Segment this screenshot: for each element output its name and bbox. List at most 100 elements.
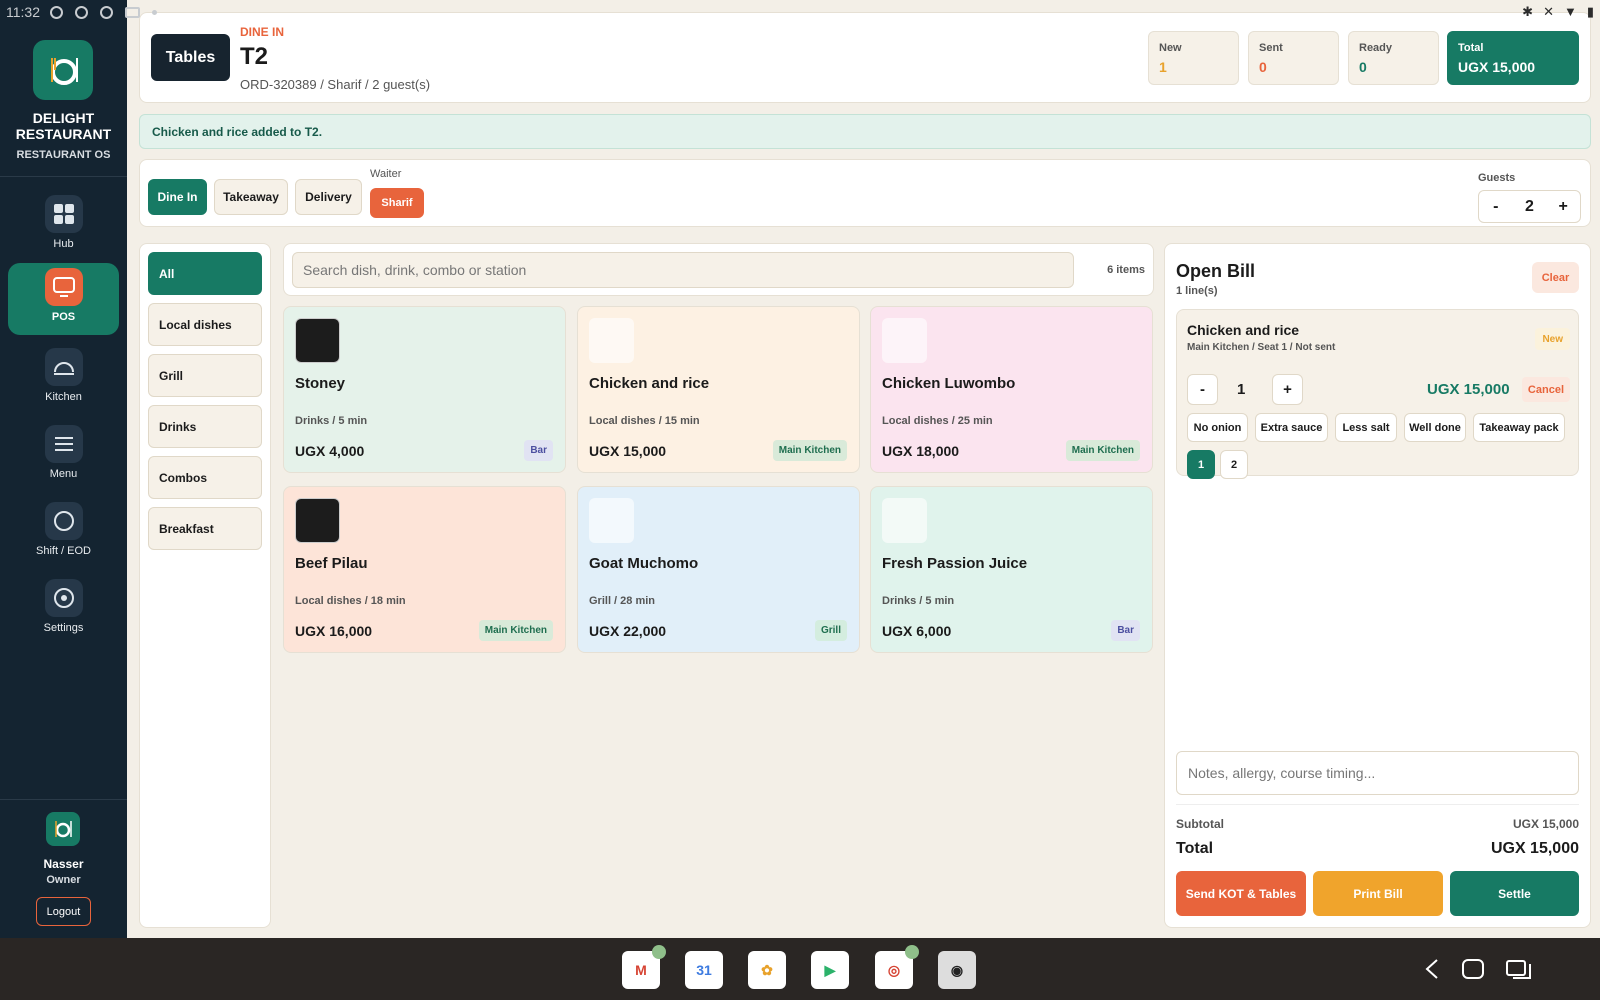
dine-in-button[interactable]: Dine In — [148, 179, 207, 215]
dish-meta: Local dishes / 18 min — [295, 595, 406, 607]
recents-icon[interactable] — [1505, 956, 1531, 982]
guests-label: Guests — [1478, 172, 1516, 184]
category-list: All Local dishes Grill Drinks Combos Bre… — [139, 243, 271, 928]
line-item-name: Chicken and rice — [1187, 322, 1300, 338]
cloche-icon — [45, 348, 83, 386]
total-value: UGX 15,000 — [1490, 840, 1579, 857]
modifier-extra-sauce[interactable]: Extra sauce — [1255, 413, 1328, 442]
station-badge: Main Kitchen — [772, 440, 847, 461]
status-badge: New — [1535, 328, 1570, 350]
nav-settings[interactable]: Settings — [8, 574, 119, 646]
nav-label: Shift / EOD — [35, 545, 92, 557]
dish-card[interactable]: Chicken Luwombo Local dishes / 25 min UGX … — [870, 306, 1153, 473]
nav-label: Menu — [49, 468, 78, 480]
nav-label: Settings — [43, 622, 84, 634]
qty-minus-button[interactable]: - — [1187, 374, 1218, 405]
nav-shift-eod[interactable]: Shift / EOD — [8, 497, 119, 569]
logout-button[interactable]: Logout — [36, 897, 91, 926]
seat-button[interactable]: 1 — [1187, 450, 1215, 479]
category-drinks[interactable]: Drinks — [148, 405, 262, 448]
dish-card[interactable]: Stoney Drinks / 5 min UGX 4,000 Bar — [283, 306, 566, 473]
status-bar: 11:32 ✱ ✕ ▼ ▮ — [0, 0, 1600, 24]
dish-meta: Local dishes / 15 min — [589, 415, 700, 427]
cancel-line-button[interactable]: Cancel — [1521, 377, 1570, 402]
station-badge: Grill — [814, 620, 847, 641]
play-store-icon[interactable]: ▶ — [811, 951, 849, 989]
subtotal-value: UGX 15,000 — [1512, 817, 1579, 831]
dish-card[interactable]: Goat Muchomo Grill / 28 min UGX 22,000 Gril… — [577, 486, 860, 653]
table-name: T2 — [240, 43, 269, 70]
calendar-icon[interactable]: 31 — [685, 951, 723, 989]
stat-label: Sent — [1259, 42, 1283, 54]
station-badge: Main Kitchen — [1065, 440, 1140, 461]
home-icon[interactable] — [1460, 956, 1486, 982]
open-bill-panel: Open Bill 1 line(s) Clear Chicken and ri… — [1164, 243, 1591, 928]
dish-price: UGX 4,000 — [295, 443, 365, 459]
nav-pos[interactable]: POS — [8, 263, 119, 335]
category-grill[interactable]: Grill — [148, 354, 262, 397]
nav-label: Hub — [53, 238, 74, 250]
dish-meta: Grill / 28 min — [589, 595, 656, 607]
mute-icon: ✕ — [1543, 4, 1554, 19]
gmail-icon[interactable]: M — [622, 945, 666, 989]
stat-sent: Sent 0 — [1248, 31, 1339, 85]
takeaway-button[interactable]: Takeaway — [214, 179, 288, 215]
category-all[interactable]: All — [148, 252, 262, 295]
dish-card[interactable]: Fresh Passion Juice Drinks / 5 min UGX 6,0… — [870, 486, 1153, 653]
line-item-price: UGX 15,000 — [1427, 381, 1510, 398]
success-toast: Chicken and rice added to T2. — [139, 114, 1591, 149]
bill-line-item: Chicken and rice Main Kitchen / Seat 1 /… — [1176, 309, 1579, 479]
photos-icon[interactable]: ✿ — [748, 951, 786, 989]
user-role: Owner — [46, 874, 81, 886]
divider — [0, 799, 127, 800]
nav-kitchen[interactable]: Kitchen — [8, 343, 119, 415]
tables-button[interactable]: Tables — [151, 34, 230, 81]
dish-card[interactable]: Chicken and rice Local dishes / 15 min UGX… — [577, 306, 860, 473]
dish-name: Fresh Passion Juice — [882, 555, 1028, 572]
order-mode-label: DINE IN — [240, 25, 285, 39]
category-breakfast[interactable]: Breakfast — [148, 507, 262, 550]
clear-bill-button[interactable]: Clear — [1532, 262, 1579, 293]
delivery-button[interactable]: Delivery — [295, 179, 362, 215]
nav-hub[interactable]: Hub — [8, 190, 119, 262]
dish-card[interactable]: Beef Pilau Local dishes / 18 min UGX 16,00… — [283, 486, 566, 653]
brand-name-line1: DELIGHT — [32, 110, 95, 126]
category-local-dishes[interactable]: Local dishes — [148, 303, 262, 346]
qty-plus-button[interactable]: + — [1272, 374, 1303, 405]
chrome-icon[interactable]: ◎ — [875, 945, 919, 989]
guests-minus-button[interactable]: - — [1479, 198, 1513, 216]
guests-plus-button[interactable]: + — [1546, 198, 1580, 216]
dish-name: Chicken and rice — [589, 375, 710, 392]
stat-label: New — [1159, 42, 1182, 54]
monitor-icon — [45, 268, 83, 306]
print-bill-button[interactable]: Print Bill — [1313, 871, 1443, 916]
settle-button[interactable]: Settle — [1450, 871, 1579, 916]
modifier-less-salt[interactable]: Less salt — [1335, 413, 1397, 442]
stat-total: Total UGX 15,000 — [1447, 31, 1579, 85]
order-details: ORD-320389 / Sharif / 2 guest(s) — [240, 77, 431, 92]
dish-photo — [295, 318, 340, 363]
guests-stepper: - 2 + — [1478, 190, 1581, 223]
nav-menu[interactable]: Menu — [8, 420, 119, 492]
brand-subtitle: RESTAURANT OS — [16, 149, 111, 161]
category-combos[interactable]: Combos — [148, 456, 262, 499]
seat-button[interactable]: 2 — [1220, 450, 1248, 479]
dish-price: UGX 16,000 — [295, 623, 373, 639]
dish-meta: Drinks / 5 min — [882, 595, 955, 607]
modifier-no-onion[interactable]: No onion — [1187, 413, 1248, 442]
dish-name: Beef Pilau — [295, 555, 368, 572]
nav-label: POS — [51, 311, 76, 323]
back-icon[interactable] — [1420, 956, 1446, 982]
modifier-takeaway-pack[interactable]: Takeaway pack — [1473, 413, 1565, 442]
modifier-well-done[interactable]: Well done — [1404, 413, 1466, 442]
dish-price: UGX 22,000 — [589, 623, 667, 639]
notes-input[interactable]: Notes, allergy, course timing... — [1176, 751, 1579, 795]
dish-placeholder-icon — [882, 318, 927, 363]
system-icons: ✱ ✕ ▼ ▮ — [1522, 4, 1594, 20]
dish-photo — [295, 498, 340, 543]
camera-icon[interactable]: ◉ — [938, 951, 976, 989]
dish-name: Stoney — [295, 375, 346, 392]
send-kot-button[interactable]: Send KOT & Tables — [1176, 871, 1306, 916]
waiter-button[interactable]: Sharif — [370, 188, 424, 218]
search-input[interactable]: Search dish, drink, combo or station — [292, 252, 1074, 288]
